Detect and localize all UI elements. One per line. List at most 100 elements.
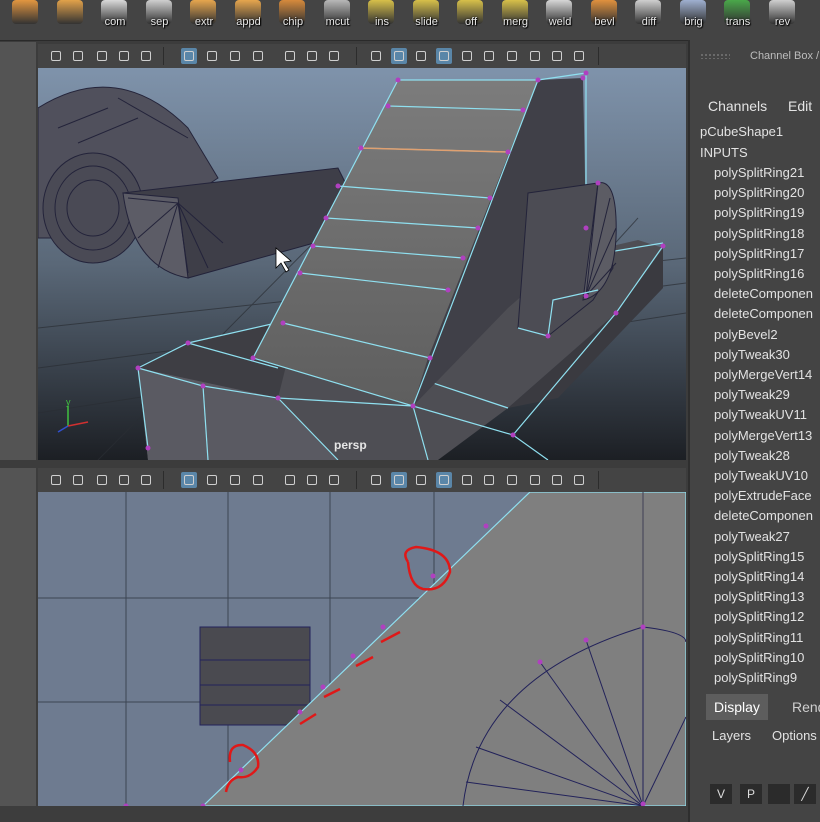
antialias-icon[interactable]	[571, 48, 587, 64]
shelf-button-extr[interactable]: extr	[182, 0, 222, 40]
xray-icon[interactable]	[459, 48, 475, 64]
move-camera-icon[interactable]	[116, 48, 132, 64]
field-chart-icon[interactable]	[282, 472, 298, 488]
shelf-button-slide[interactable]: slide	[405, 0, 445, 40]
shelf-button-off[interactable]: off	[449, 0, 489, 40]
shelf-button-weld[interactable]: weld	[538, 0, 578, 40]
shelf-button-com[interactable]: com	[93, 0, 133, 40]
playback-button[interactable]: P	[740, 784, 762, 804]
safe-action-icon[interactable]	[304, 472, 320, 488]
input-node-item[interactable]: polyTweakUV10	[714, 468, 808, 483]
panel-grip-icon[interactable]	[700, 53, 730, 59]
menu-layers[interactable]: Layers	[712, 728, 751, 743]
shadows-icon[interactable]	[504, 48, 520, 64]
input-node-item[interactable]: polySplitRing18	[714, 226, 804, 241]
gate-mask-icon[interactable]	[250, 472, 266, 488]
shelf-button-bevl[interactable]: bevl	[583, 0, 623, 40]
shelf-button-rev[interactable]: rev	[761, 0, 801, 40]
motion-blur-icon[interactable]	[549, 48, 565, 64]
input-node-item[interactable]: polySplitRing11	[714, 630, 803, 645]
input-node-item[interactable]: polySplitRing16	[714, 266, 804, 281]
wireframe-icon[interactable]	[368, 472, 384, 488]
default-material-icon[interactable]	[413, 472, 429, 488]
antialias-icon[interactable]	[571, 472, 587, 488]
shelf-button-trans[interactable]: trans	[716, 0, 756, 40]
layer-type-button[interactable]	[768, 784, 790, 804]
input-node-item[interactable]: deleteComponen	[714, 306, 813, 321]
film-gate-icon[interactable]	[204, 472, 220, 488]
ambient-occlusion-icon[interactable]	[527, 472, 543, 488]
shelf-button-appd[interactable]: appd	[227, 0, 267, 40]
safe-action-icon[interactable]	[304, 48, 320, 64]
safe-title-icon[interactable]	[326, 472, 342, 488]
input-node-item[interactable]: polySplitRing20	[714, 185, 804, 200]
input-node-item[interactable]: polySplitRing21	[714, 165, 804, 180]
object-name[interactable]: pCubeShape1	[700, 124, 783, 139]
input-node-item[interactable]: polyTweak28	[714, 448, 790, 463]
perspective-viewport[interactable]: y persp	[38, 68, 686, 460]
resolution-gate-icon[interactable]	[227, 48, 243, 64]
move-camera-icon[interactable]	[116, 472, 132, 488]
shadows-icon[interactable]	[504, 472, 520, 488]
input-node-item[interactable]: polyMergeVert13	[714, 428, 812, 443]
safe-title-icon[interactable]	[326, 48, 342, 64]
lighting-icon[interactable]	[481, 48, 497, 64]
pencil-icon[interactable]	[138, 48, 154, 64]
tab-render[interactable]: Rend	[784, 694, 820, 720]
camera-lock-icon[interactable]	[70, 472, 86, 488]
input-node-item[interactable]: polySplitRing13	[714, 589, 804, 604]
input-node-item[interactable]: polySplitRing19	[714, 205, 804, 220]
shelf-button-mcut[interactable]: mcut	[316, 0, 356, 40]
shelf-button-brig[interactable]: brig	[672, 0, 712, 40]
gate-mask-icon[interactable]	[250, 48, 266, 64]
menu-edit[interactable]: Edit	[788, 98, 812, 114]
tab-display[interactable]: Display	[706, 694, 768, 720]
film-gate-icon[interactable]	[204, 48, 220, 64]
input-node-item[interactable]: polySplitRing12	[714, 609, 804, 624]
resolution-gate-icon[interactable]	[227, 472, 243, 488]
orthographic-viewport[interactable]	[38, 492, 686, 806]
motion-blur-icon[interactable]	[549, 472, 565, 488]
input-node-item[interactable]: polySplitRing14	[714, 569, 804, 584]
input-node-item[interactable]: polyTweak27	[714, 529, 790, 544]
menu-channels[interactable]: Channels	[708, 98, 767, 114]
input-node-item[interactable]: polySplitRing10	[714, 650, 804, 665]
shelf-button-cylinder[interactable]	[49, 0, 89, 40]
shelf-button-diff[interactable]: diff	[627, 0, 667, 40]
input-node-item[interactable]: polySplitRing17	[714, 246, 804, 261]
lighting-icon[interactable]	[481, 472, 497, 488]
field-chart-icon[interactable]	[282, 48, 298, 64]
shelf-button-ins[interactable]: ins	[360, 0, 400, 40]
camera-icon[interactable]	[48, 472, 64, 488]
input-node-item[interactable]: polyBevel2	[714, 327, 778, 342]
input-node-item[interactable]: polyTweak29	[714, 387, 790, 402]
ambient-occlusion-icon[interactable]	[527, 48, 543, 64]
input-node-item[interactable]: polySplitRing9	[714, 670, 797, 685]
xray-icon[interactable]	[459, 472, 475, 488]
shelf-button-chip[interactable]: chip	[271, 0, 311, 40]
smooth-shade-icon[interactable]	[391, 48, 407, 64]
pencil-icon[interactable]	[138, 472, 154, 488]
grid-icon[interactable]	[181, 48, 197, 64]
shelf-button-merg[interactable]: merg	[494, 0, 534, 40]
bookmark-icon[interactable]	[94, 48, 110, 64]
default-material-icon[interactable]	[413, 48, 429, 64]
input-node-item[interactable]: polyTweak30	[714, 347, 790, 362]
grid-icon[interactable]	[181, 472, 197, 488]
bookmark-icon[interactable]	[94, 472, 110, 488]
input-node-item[interactable]: polySplitRing15	[714, 549, 804, 564]
input-node-item[interactable]: deleteComponen	[714, 508, 813, 523]
wireframe-icon[interactable]	[368, 48, 384, 64]
input-node-item[interactable]: polyTweakUV11	[714, 407, 807, 422]
menu-options[interactable]: Options	[772, 728, 817, 743]
shelf-button-sphere[interactable]	[4, 0, 44, 40]
camera-icon[interactable]	[48, 48, 64, 64]
smooth-shade-icon[interactable]	[391, 472, 407, 488]
wireframe-on-shaded-icon[interactable]	[436, 48, 452, 64]
visibility-button[interactable]: V	[710, 784, 732, 804]
camera-lock-icon[interactable]	[70, 48, 86, 64]
layer-color-button[interactable]: ╱	[794, 784, 816, 804]
input-node-item[interactable]: polyMergeVert14	[714, 367, 812, 382]
input-node-item[interactable]: deleteComponen	[714, 286, 813, 301]
shelf-button-sep[interactable]: sep	[138, 0, 178, 40]
